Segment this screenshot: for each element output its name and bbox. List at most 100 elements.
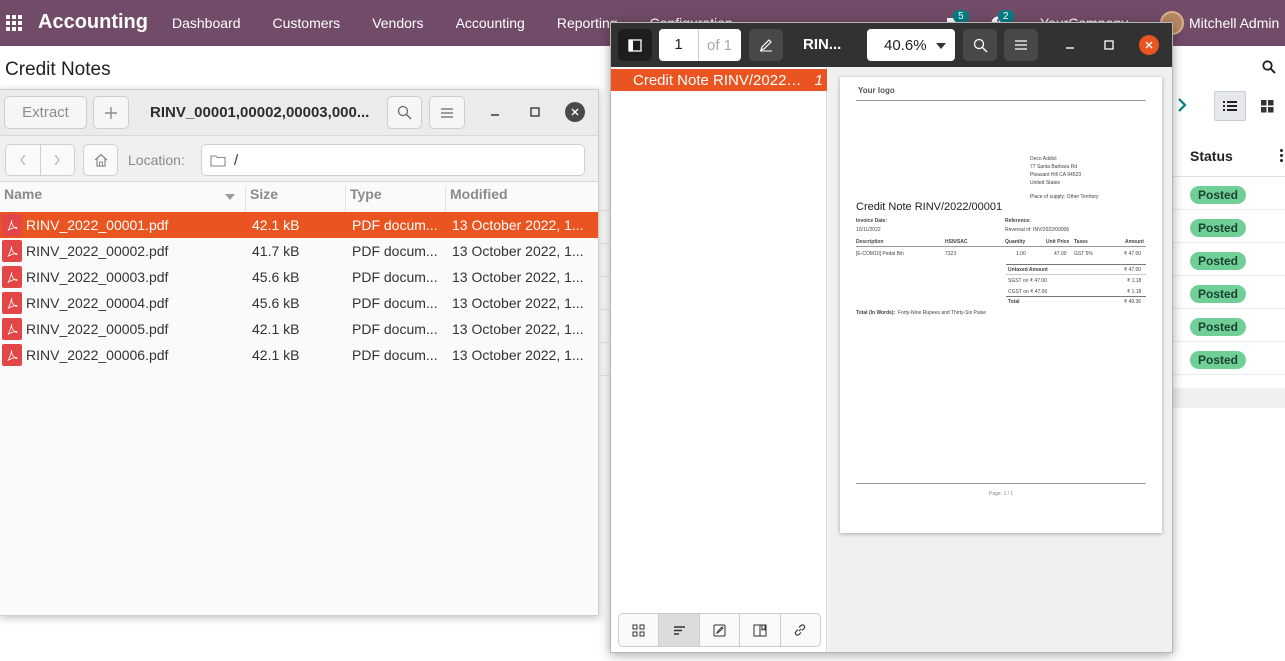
doc-address-line: 77 Santa Barbara Rd [1030,164,1077,170]
file-size: 41.7 kB [252,243,300,259]
file-row[interactable]: RINV_2022_00006.pdf 42.1 kB PDF docum...… [0,342,598,368]
viewer-menu-button[interactable] [1004,29,1038,61]
file-name: RINV_2022_00003.pdf [26,269,169,285]
doc-words-value: Forty-Nine Rupees and Thirty-Six Paise [898,310,986,316]
file-type: PDF docum... [352,347,438,363]
file-row[interactable]: RINV_2022_00001.pdf 42.1 kB PDF docum...… [0,212,598,238]
outline-item[interactable]: Credit Note RINV/2022/00001 1 [611,69,827,91]
optional-columns-icon[interactable] [1280,149,1283,162]
close-icon [1145,41,1153,49]
location-bar: Location: / [0,136,598,182]
outline-tab[interactable] [659,614,700,646]
file-modified: 13 October 2022, 1... [452,347,584,363]
search-icon[interactable] [1262,60,1276,74]
location-field[interactable]: / [201,144,585,176]
file-list: Name Size Type Modified RINV_2022_00001.… [0,182,598,368]
archive-search-button[interactable] [387,96,422,129]
table-row[interactable]: Posted [1172,309,1285,342]
table-row[interactable]: Posted [1172,177,1285,210]
menu-dashboard[interactable]: Dashboard [160,15,253,31]
doc-col-quantity: Quantity [1005,239,1026,245]
kanban-view-button[interactable] [1252,91,1282,121]
archive-menu-button[interactable] [429,96,465,129]
viewer-minimize-button[interactable] [1060,35,1080,55]
extract-button[interactable]: Extract [4,96,87,129]
list-icon [1223,101,1237,111]
thumbnails-icon [632,624,645,636]
table-row[interactable]: Posted [1172,342,1285,375]
status-column: Status Posted Posted Posted Posted Poste… [1172,135,1285,375]
table-row[interactable]: Posted [1172,276,1285,309]
menu-vendors[interactable]: Vendors [360,15,435,31]
forward-button[interactable] [39,145,75,175]
file-name: RINV_2022_00004.pdf [26,295,169,311]
list-view-button[interactable] [1214,91,1246,121]
sidebar-icon [628,38,642,52]
doc-col-hsn: HSN/SAC [945,239,968,245]
doc-cgst-label: CGST on ₹ 47.00 [1008,289,1048,295]
doc-cgst-value: ₹ 1.18 [1127,289,1142,295]
annotate-button[interactable] [749,29,783,61]
thumbnails-tab[interactable] [619,614,660,646]
status-badge: Posted [1190,351,1247,369]
file-row[interactable]: RINV_2022_00005.pdf 42.1 kB PDF docum...… [0,316,598,342]
pdf-file-icon [2,214,22,236]
bookmarks-icon [753,624,767,636]
maximize-button[interactable] [525,102,545,122]
file-size: 42.1 kB [252,217,300,233]
page-count: of 1 [707,36,733,54]
outline-icon [673,625,685,635]
annotations-icon [713,624,726,636]
doc-footer: Page: 1 / 1 [989,491,1014,497]
layers-tab[interactable] [781,614,820,646]
column-modified[interactable]: Modified [446,186,598,212]
close-button[interactable] [565,102,585,122]
viewer-maximize-button[interactable] [1099,35,1119,55]
pdf-file-icon [2,266,22,288]
app-brand[interactable]: Accounting [38,11,148,34]
totals-rule [1006,264,1146,265]
status-badge: Posted [1190,186,1247,204]
zoom-select[interactable]: 40.6% [867,29,955,61]
file-row[interactable]: RINV_2022_00004.pdf 45.6 kB PDF docum...… [0,290,598,316]
back-button[interactable] [6,145,40,175]
plus-icon [105,106,117,119]
page-number-input[interactable]: 1 [659,29,699,61]
maximize-icon [530,107,540,117]
file-row[interactable]: RINV_2022_00002.pdf 41.7 kB PDF docum...… [0,238,598,264]
column-name[interactable]: Name [0,186,246,212]
add-files-button[interactable] [93,96,129,129]
annotations-tab[interactable] [700,614,741,646]
column-size[interactable]: Size [246,186,346,212]
doc-line-qty: 1.00 [1016,251,1026,257]
menu-accounting[interactable]: Accounting [444,15,537,31]
file-row[interactable]: RINV_2022_00003.pdf 45.6 kB PDF docum...… [0,264,598,290]
hamburger-icon [441,107,453,118]
page-number-entry[interactable]: 1 of 1 [659,29,741,61]
minimize-button[interactable] [485,102,505,122]
viewer-search-button[interactable] [963,29,997,61]
menu-customers[interactable]: Customers [261,15,353,31]
history-nav [5,144,75,176]
bookmarks-tab[interactable] [740,614,781,646]
sidebar-mode-switcher [618,613,821,647]
viewer-close-button[interactable] [1139,35,1159,55]
table-row[interactable]: Posted [1172,210,1285,243]
status-header[interactable]: Status [1172,135,1285,177]
doc-words-label: Total (In Words): [856,310,896,316]
hamburger-icon [1015,40,1027,50]
doc-line-description: [E-COM10] Pedal Bin [856,251,904,257]
sidebar-toggle-button[interactable] [618,29,652,61]
user-menu[interactable]: Mitchell Admin [1189,15,1279,31]
home-button[interactable] [83,144,118,176]
column-type[interactable]: Type [346,186,446,212]
pager-next-icon[interactable] [1176,96,1188,114]
doc-place-of-supply: Place of supply: Other Territory [1030,194,1099,200]
table-row[interactable]: Posted [1172,243,1285,276]
home-icon [94,153,107,167]
doc-untaxed-label: Untaxed Amount [1008,267,1048,273]
file-size: 42.1 kB [252,347,300,363]
apps-grid-icon[interactable] [6,15,22,31]
document-view[interactable]: Your logo Deco Addict 77 Santa Barbara R… [828,67,1172,652]
kanban-icon [1260,99,1273,112]
